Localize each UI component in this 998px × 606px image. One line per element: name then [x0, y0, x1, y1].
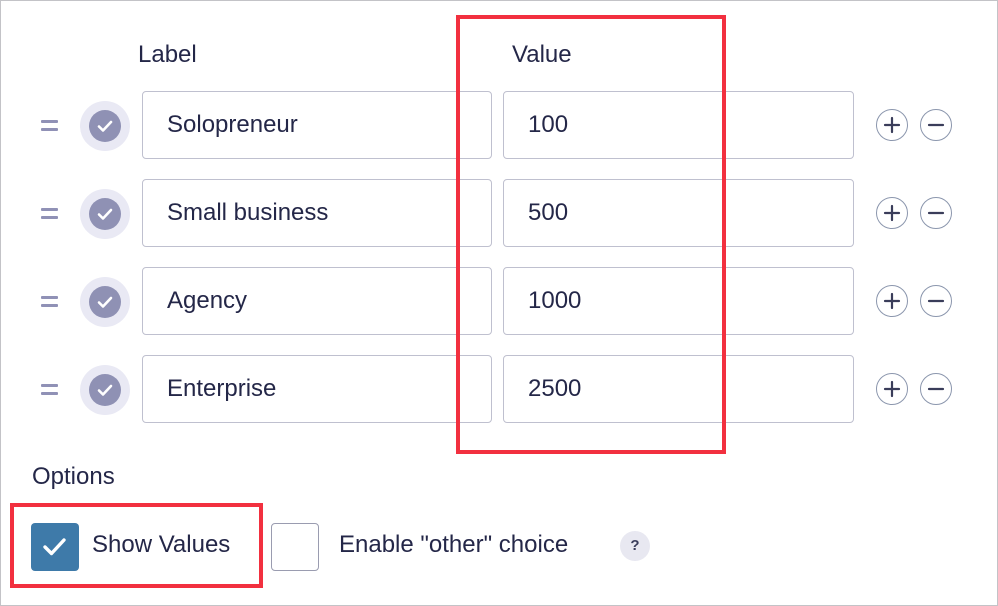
choice-default-toggle[interactable]: [80, 277, 130, 327]
show-values-checkbox[interactable]: [31, 523, 79, 571]
choice-label-input[interactable]: [142, 179, 492, 247]
help-icon[interactable]: ?: [620, 531, 650, 561]
minus-icon: [927, 299, 945, 303]
show-values-label[interactable]: Show Values: [92, 531, 230, 559]
drag-handle-icon[interactable]: [39, 203, 59, 223]
remove-choice-button[interactable]: [920, 109, 952, 141]
choice-value-input[interactable]: [503, 91, 854, 159]
remove-choice-button[interactable]: [920, 285, 952, 317]
choice-label-input[interactable]: [142, 355, 492, 423]
choice-row: [1, 91, 998, 163]
drag-handle-icon[interactable]: [39, 291, 59, 311]
value-column-header: Value: [512, 41, 572, 68]
check-icon: [43, 538, 66, 556]
add-choice-button[interactable]: [876, 197, 908, 229]
plus-icon: [883, 116, 901, 134]
check-icon: [97, 384, 113, 396]
drag-handle-icon[interactable]: [39, 115, 59, 135]
minus-icon: [927, 387, 945, 391]
choice-default-toggle[interactable]: [80, 189, 130, 239]
enable-other-checkbox[interactable]: [271, 523, 319, 571]
plus-icon: [883, 380, 901, 398]
add-choice-button[interactable]: [876, 373, 908, 405]
choice-row: [1, 267, 998, 339]
choice-value-input[interactable]: [503, 179, 854, 247]
choice-default-toggle[interactable]: [80, 101, 130, 151]
choice-label-input[interactable]: [142, 91, 492, 159]
add-choice-button[interactable]: [876, 285, 908, 317]
remove-choice-button[interactable]: [920, 197, 952, 229]
enable-other-label[interactable]: Enable "other" choice: [339, 531, 568, 559]
check-icon: [97, 120, 113, 132]
remove-choice-button[interactable]: [920, 373, 952, 405]
choice-row: [1, 355, 998, 427]
minus-icon: [927, 123, 945, 127]
check-icon: [97, 296, 113, 308]
plus-icon: [883, 292, 901, 310]
choice-row: [1, 179, 998, 251]
choice-default-toggle[interactable]: [80, 365, 130, 415]
check-icon: [97, 208, 113, 220]
add-choice-button[interactable]: [876, 109, 908, 141]
plus-icon: [883, 204, 901, 222]
choices-panel: Label Value Solopreneur 100 Small busine…: [0, 0, 998, 606]
choice-value-input[interactable]: [503, 267, 854, 335]
options-heading: Options: [32, 463, 115, 490]
choice-value-input[interactable]: [503, 355, 854, 423]
choice-label-input[interactable]: [142, 267, 492, 335]
label-column-header: Label: [138, 41, 197, 68]
drag-handle-icon[interactable]: [39, 379, 59, 399]
minus-icon: [927, 211, 945, 215]
